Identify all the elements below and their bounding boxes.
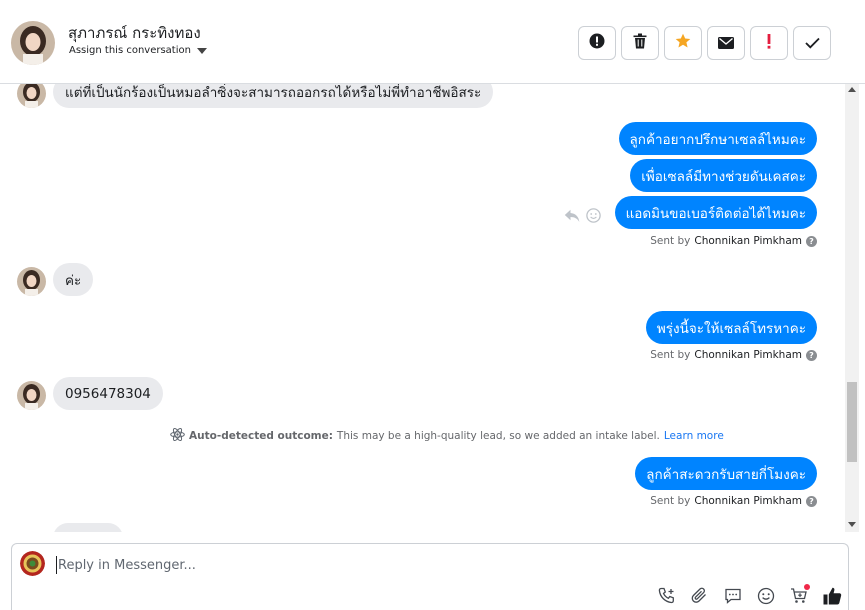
sent-by-agent[interactable]: Chonnikan Pimkham [694, 235, 802, 247]
contact-name[interactable]: สุภาภรณ์ กระทิงทอง [68, 21, 201, 45]
add-call-icon[interactable] [657, 586, 677, 606]
sent-by-prefix: Sent by [650, 495, 691, 507]
delete-button[interactable] [621, 26, 659, 60]
help-icon[interactable]: ? [806, 495, 817, 507]
outgoing-message[interactable]: ลูกค้าสะดวกรับสายกี่โมงคะ [635, 457, 817, 490]
checkmark-icon [804, 34, 820, 53]
composer-tools [657, 584, 842, 606]
sent-by-agent[interactable]: Chonnikan Pimkham [694, 349, 802, 361]
contact-avatar-small[interactable] [17, 267, 46, 296]
alert-circle-icon [589, 33, 605, 53]
attachment-icon[interactable] [690, 586, 710, 606]
message-composer [11, 543, 849, 610]
exclamation-icon [767, 33, 771, 53]
trash-icon [633, 33, 647, 53]
reply-input[interactable] [56, 556, 656, 574]
header-actions [578, 26, 831, 60]
contact-avatar-small[interactable] [17, 84, 46, 108]
contact-avatar-small[interactable] [17, 381, 46, 410]
star-button[interactable] [664, 26, 702, 60]
assign-label: Assign this conversation [69, 45, 191, 56]
outgoing-message[interactable]: พรุ่งนี้จะให้เซลล์โทรหาคะ [645, 311, 817, 344]
assign-conversation-dropdown[interactable]: Assign this conversation [69, 45, 207, 56]
scroll-up-arrow-icon[interactable] [848, 87, 856, 92]
page-avatar [20, 551, 45, 576]
star-icon [675, 33, 691, 53]
scroll-down-arrow-icon[interactable] [848, 522, 856, 527]
mark-unread-button[interactable] [707, 26, 745, 60]
auto-detect-text: This may be a high-quality lead, so we a… [336, 430, 660, 442]
sent-by-label: Sent by Chonnikan Pimkham ? [650, 495, 817, 507]
sent-by-agent[interactable]: Chonnikan Pimkham [694, 495, 802, 507]
sent-by-prefix: Sent by [650, 349, 691, 361]
emoji-icon[interactable] [756, 586, 776, 606]
atom-icon [170, 427, 185, 445]
sent-by-prefix: Sent by [650, 235, 691, 247]
outgoing-message[interactable]: แอดมินขอเบอร์ติดต่อได้ไหมคะ [614, 196, 817, 229]
contact-avatar[interactable] [11, 21, 55, 65]
incoming-message[interactable]: แต่ที่เป็นนักร้องเป็นหมอลำซิ่งจะสามารถออ… [53, 84, 494, 108]
chevron-down-icon [196, 47, 207, 54]
follow-up-button[interactable] [750, 26, 788, 60]
sent-by-label: Sent by Chonnikan Pimkham ? [650, 235, 817, 247]
conversation-header: สุภาภรณ์ กระทิงทอง Assign this conversat… [0, 0, 865, 84]
envelope-icon [718, 34, 734, 53]
sent-by-label: Sent by Chonnikan Pimkham ? [650, 349, 817, 361]
help-icon[interactable]: ? [806, 235, 817, 247]
scroll-thumb[interactable] [847, 382, 857, 462]
saved-reply-icon[interactable] [723, 586, 743, 606]
thumbs-up-icon[interactable] [822, 586, 842, 606]
reply-icon[interactable] [564, 208, 580, 227]
auto-detected-outcome: Auto-detected outcome: This may be a hig… [170, 427, 724, 445]
outgoing-message[interactable]: เพื่อเซลล์มีทางช่วยดันเคสคะ [630, 159, 817, 192]
incoming-message-partial [53, 523, 123, 532]
react-emoji-icon[interactable] [586, 208, 601, 227]
incoming-message[interactable]: ค่ะ [53, 263, 94, 296]
incoming-message[interactable]: 0956478304 [53, 377, 163, 410]
thread-scrollbar[interactable] [845, 84, 859, 532]
cart-icon[interactable] [789, 584, 810, 606]
outgoing-message[interactable]: ลูกค้าอยากปรึกษาเซลล์ไหมคะ [618, 122, 817, 155]
mark-done-button[interactable] [793, 26, 831, 60]
message-thread: แต่ที่เป็นนักร้องเป็นหมอลำซิ่งจะสามารถออ… [0, 84, 845, 532]
auto-detect-label: Auto-detected outcome: [189, 430, 333, 442]
notification-dot [804, 584, 810, 590]
help-icon[interactable]: ? [806, 349, 817, 361]
mark-spam-button[interactable] [578, 26, 616, 60]
learn-more-link[interactable]: Learn more [664, 430, 724, 442]
message-hover-actions [564, 208, 601, 227]
